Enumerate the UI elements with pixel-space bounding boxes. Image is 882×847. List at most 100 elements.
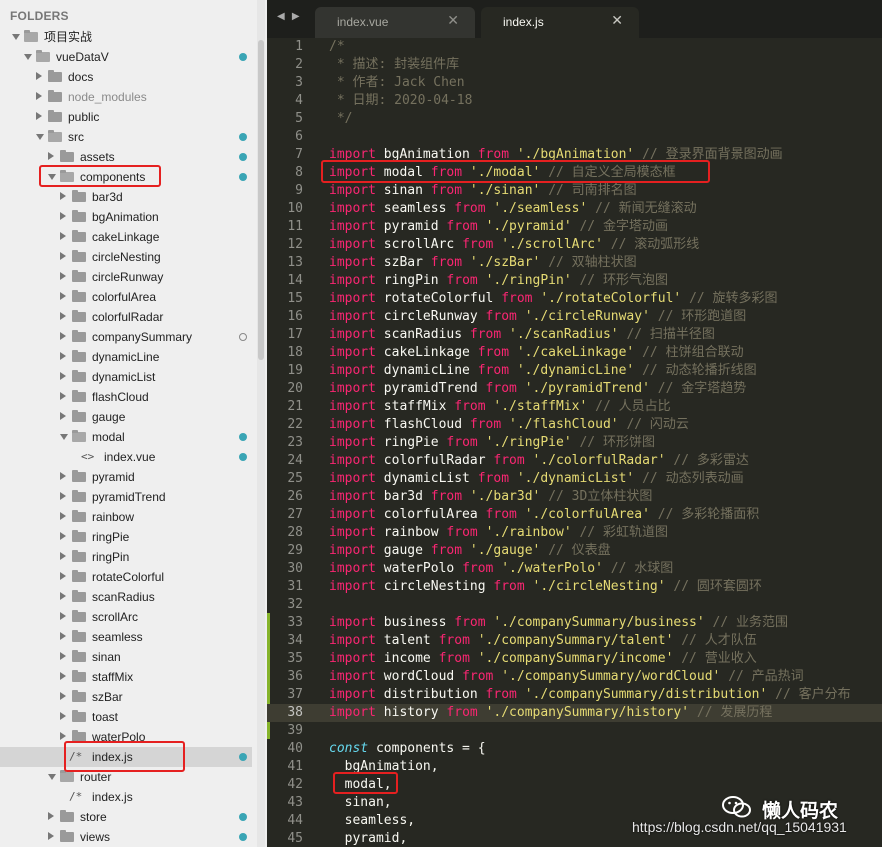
- code-line[interactable]: 4 * 日期: 2020-04-18: [267, 92, 882, 110]
- code-line[interactable]: 15 import rotateColorful from './rotateCo…: [267, 290, 882, 308]
- tree-folder-item[interactable]: modal: [0, 427, 252, 447]
- tree-folder-item[interactable]: companySummary: [0, 327, 252, 347]
- tree-folder-item[interactable]: cakeLinkage: [0, 227, 252, 247]
- chevron-right-icon[interactable]: [60, 272, 66, 280]
- code-line[interactable]: 17 import scanRadius from './scanRadius' …: [267, 326, 882, 344]
- chevron-right-icon[interactable]: [60, 192, 66, 200]
- chevron-right-icon[interactable]: [60, 332, 66, 340]
- tree-folder-item[interactable]: toast: [0, 707, 252, 727]
- chevron-right-icon[interactable]: [60, 552, 66, 560]
- tree-folder-item[interactable]: flashCloud: [0, 387, 252, 407]
- chevron-right-icon[interactable]: [36, 72, 42, 80]
- code-line[interactable]: 30 import waterPolo from './waterPolo' //…: [267, 560, 882, 578]
- code-line[interactable]: 37 import distribution from './companySum…: [267, 686, 882, 704]
- tree-folder-item[interactable]: vueDataV: [0, 47, 252, 67]
- code-line[interactable]: 2 * 描述: 封装组件库: [267, 56, 882, 74]
- code-line[interactable]: 26 import bar3d from './bar3d' // 3D立体柱状图: [267, 488, 882, 506]
- chevron-right-icon[interactable]: [60, 292, 66, 300]
- chevron-right-icon[interactable]: [60, 232, 66, 240]
- chevron-right-icon[interactable]: [60, 412, 66, 420]
- chevron-right-icon[interactable]: [60, 632, 66, 640]
- tree-folder-item[interactable]: components: [0, 167, 252, 187]
- code-line[interactable]: 41 bgAnimation,: [267, 758, 882, 776]
- code-line[interactable]: 24 import colorfulRadar from './colorfulR…: [267, 452, 882, 470]
- chevron-right-icon[interactable]: [48, 832, 54, 840]
- tab-nav-arrows-icon[interactable]: ◀ ▶: [277, 11, 302, 22]
- tree-folder-item[interactable]: scanRadius: [0, 587, 252, 607]
- code-line[interactable]: 1 /*: [267, 38, 882, 56]
- code-line[interactable]: 11 import pyramid from './pyramid' // 金字塔…: [267, 218, 882, 236]
- code-editor[interactable]: 1/* 2 * 描述: 封装组件库 3 * 作者: Jack Chen 4 * 日期:…: [267, 38, 882, 847]
- tree-folder-item[interactable]: node_modules: [0, 87, 252, 107]
- code-line[interactable]: 13 import szBar from './szBar' // 双轴柱状图: [267, 254, 882, 272]
- code-line[interactable]: 29 import gauge from './gauge' // 仪表盘: [267, 542, 882, 560]
- tree-folder-item[interactable]: rotateColorful: [0, 567, 252, 587]
- chevron-down-icon[interactable]: [48, 174, 56, 180]
- tab-index-vue[interactable]: index.vue ✕: [315, 7, 475, 38]
- tree-folder-item[interactable]: circleNesting: [0, 247, 252, 267]
- code-line[interactable]: 32: [267, 596, 882, 614]
- code-line[interactable]: 31 import circleNesting from './circleNes…: [267, 578, 882, 596]
- chevron-right-icon[interactable]: [60, 532, 66, 540]
- code-line[interactable]: 10 import seamless from './seamless' // 新…: [267, 200, 882, 218]
- code-line[interactable]: 21 import staffMix from './staffMix' // 人…: [267, 398, 882, 416]
- chevron-right-icon[interactable]: [60, 592, 66, 600]
- code-line[interactable]: 6: [267, 128, 882, 146]
- chevron-right-icon[interactable]: [48, 812, 54, 820]
- chevron-right-icon[interactable]: [60, 712, 66, 720]
- code-line[interactable]: 36 import wordCloud from './companySummar…: [267, 668, 882, 686]
- tree-folder-item[interactable]: store: [0, 807, 252, 827]
- tree-folder-item[interactable]: waterPolo: [0, 727, 252, 747]
- code-line[interactable]: 14 import ringPin from './ringPin' // 环形气…: [267, 272, 882, 290]
- tree-folder-item[interactable]: bar3d: [0, 187, 252, 207]
- tree-folder-item[interactable]: dynamicLine: [0, 347, 252, 367]
- tree-folder-item[interactable]: src: [0, 127, 252, 147]
- code-area[interactable]: 1/* 2 * 描述: 封装组件库 3 * 作者: Jack Chen 4 * 日期:…: [267, 38, 882, 847]
- chevron-right-icon[interactable]: [60, 312, 66, 320]
- tree-folder-item[interactable]: szBar: [0, 687, 252, 707]
- chevron-right-icon[interactable]: [60, 572, 66, 580]
- tab-index-js[interactable]: index.js ✕: [481, 7, 639, 38]
- chevron-down-icon[interactable]: [24, 54, 32, 60]
- close-icon[interactable]: ✕: [611, 13, 623, 29]
- tree-folder-item[interactable]: seamless: [0, 627, 252, 647]
- tree-folder-item[interactable]: 项目实战: [0, 27, 252, 47]
- chevron-right-icon[interactable]: [60, 652, 66, 660]
- chevron-down-icon[interactable]: [12, 34, 20, 40]
- code-line[interactable]: 3 * 作者: Jack Chen: [267, 74, 882, 92]
- code-line[interactable]: 19 import dynamicLine from './dynamicLine…: [267, 362, 882, 380]
- code-line[interactable]: 18 import cakeLinkage from './cakeLinkage…: [267, 344, 882, 362]
- chevron-right-icon[interactable]: [60, 492, 66, 500]
- tree-folder-item[interactable]: gauge: [0, 407, 252, 427]
- code-line[interactable]: 34 import talent from './companySummary/t…: [267, 632, 882, 650]
- code-line[interactable]: 35 import income from './companySummary/i…: [267, 650, 882, 668]
- code-line[interactable]: 16 import circleRunway from './circleRunw…: [267, 308, 882, 326]
- tree-folder-item[interactable]: bgAnimation: [0, 207, 252, 227]
- tree-folder-item[interactable]: colorfulRadar: [0, 307, 252, 327]
- code-line[interactable]: 8 import modal from './modal' // 自定义全局模态框: [267, 164, 882, 182]
- chevron-right-icon[interactable]: [36, 112, 42, 120]
- chevron-down-icon[interactable]: [36, 134, 44, 140]
- chevron-right-icon[interactable]: [60, 612, 66, 620]
- code-line[interactable]: 38 import history from './companySummary/…: [267, 704, 882, 722]
- sidebar-scrollbar-thumb[interactable]: [258, 40, 264, 360]
- code-line[interactable]: 39: [267, 722, 882, 740]
- code-line[interactable]: 33 import business from './companySummary…: [267, 614, 882, 632]
- chevron-right-icon[interactable]: [60, 212, 66, 220]
- code-line[interactable]: 20 import pyramidTrend from './pyramidTre…: [267, 380, 882, 398]
- close-icon[interactable]: ✕: [447, 13, 459, 29]
- tree-file-item[interactable]: <> index.vue: [0, 447, 252, 467]
- code-line[interactable]: 28 import rainbow from './rainbow' // 彩虹轨…: [267, 524, 882, 542]
- code-line[interactable]: 9 import sinan from './sinan' // 司南排名图: [267, 182, 882, 200]
- chevron-right-icon[interactable]: [60, 692, 66, 700]
- code-line[interactable]: 27 import colorfulArea from './colorfulAr…: [267, 506, 882, 524]
- chevron-right-icon[interactable]: [60, 672, 66, 680]
- tree-folder-item[interactable]: docs: [0, 67, 252, 87]
- code-line[interactable]: 12 import scrollArc from './scrollArc' //…: [267, 236, 882, 254]
- tree-folder-item[interactable]: ringPin: [0, 547, 252, 567]
- chevron-right-icon[interactable]: [60, 372, 66, 380]
- tree-folder-item[interactable]: sinan: [0, 647, 252, 667]
- code-line[interactable]: 40 const components = {: [267, 740, 882, 758]
- tree-folder-item[interactable]: assets: [0, 147, 252, 167]
- chevron-right-icon[interactable]: [48, 152, 54, 160]
